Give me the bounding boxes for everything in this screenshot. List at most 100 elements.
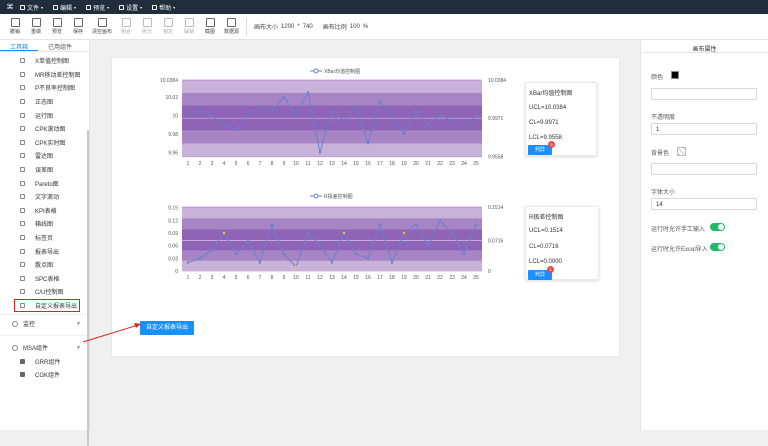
- color-swatch[interactable]: [671, 71, 679, 79]
- component-item[interactable]: 自定义报表导出: [14, 298, 80, 313]
- xbar-control-chart[interactable]: XBar均值控制图 10.0384 10.02 10 9.98 9.96 10.0384 9.…: [142, 65, 522, 173]
- data-point[interactable]: [474, 114, 478, 117]
- opacity-input[interactable]: 1: [651, 123, 757, 135]
- component-item[interactable]: 正态图: [0, 95, 89, 109]
- data-point[interactable]: [210, 114, 214, 117]
- lock-button[interactable]: 锁定: [161, 18, 175, 35]
- data-point[interactable]: [282, 252, 286, 256]
- group-monitor[interactable]: 监控 ▼: [0, 317, 89, 330]
- left-panel-scrollbar[interactable]: [87, 130, 89, 446]
- menu-edit-item[interactable]: 编辑 ▾: [53, 3, 76, 12]
- data-point[interactable]: [342, 118, 346, 122]
- component-item[interactable]: 雷达图: [0, 149, 89, 163]
- unlock-button[interactable]: 解锁: [182, 18, 196, 35]
- tab-toolbox[interactable]: 工具箱: [0, 40, 39, 51]
- undo-button[interactable]: 撤销: [8, 18, 22, 35]
- data-point[interactable]: [234, 252, 238, 256]
- msa-component-item[interactable]: CGK组件: [0, 368, 89, 382]
- data-point[interactable]: [294, 265, 298, 268]
- tab-used-components[interactable]: 已用组件: [38, 40, 82, 51]
- data-point[interactable]: [390, 261, 394, 264]
- custom-export-button[interactable]: 自定义报表导出: [140, 321, 194, 335]
- r-info-card[interactable]: R极差控制图 UCL=0.1514 CL=0.0716 LCL=0.0000 判…: [525, 206, 599, 280]
- data-point[interactable]: [414, 109, 418, 113]
- manual-input-toggle[interactable]: [710, 223, 725, 231]
- data-point[interactable]: [306, 91, 310, 94]
- component-item[interactable]: CPK滚动图: [0, 122, 89, 136]
- data-point[interactable]: [258, 261, 262, 264]
- data-point[interactable]: [330, 109, 334, 113]
- data-point[interactable]: [318, 244, 322, 247]
- ungroup-button[interactable]: 拆分: [140, 18, 154, 35]
- canvas-width-input[interactable]: 1200: [281, 24, 294, 30]
- component-item[interactable]: SPC表格: [0, 272, 89, 286]
- data-point[interactable]: [438, 219, 442, 222]
- data-point[interactable]: [354, 105, 358, 108]
- data-point[interactable]: [390, 114, 394, 117]
- data-point[interactable]: [438, 114, 442, 117]
- group-msa[interactable]: MSA组件 ▼: [0, 341, 89, 354]
- data-point[interactable]: [462, 252, 466, 256]
- redo-button[interactable]: 重做: [29, 18, 43, 35]
- canvas-ratio-input[interactable]: 100: [350, 24, 360, 30]
- component-item[interactable]: 运行图: [0, 108, 89, 122]
- group-button[interactable]: 组合: [119, 18, 133, 35]
- data-point[interactable]: [378, 100, 382, 103]
- menu-help-item[interactable]: 帮助 ▾: [152, 3, 175, 12]
- preview-button[interactable]: 预览: [50, 18, 64, 35]
- data-point[interactable]: [246, 114, 250, 117]
- xbar-info-card[interactable]: XBar均值控制图 UCL=10.0384 CL=9.9971 LCL=9.95…: [525, 82, 597, 156]
- data-point[interactable]: [210, 248, 214, 252]
- data-point[interactable]: [450, 118, 454, 122]
- data-point[interactable]: [426, 123, 430, 126]
- component-item[interactable]: 标签页: [0, 231, 89, 245]
- data-point[interactable]: [474, 223, 478, 226]
- data-point[interactable]: [270, 109, 274, 113]
- data-point[interactable]: [282, 95, 286, 99]
- r-control-chart[interactable]: R极差控制图 0.15 0.12 0.09 0.06 0.03 0 0.1514 0.0716 0…: [142, 190, 522, 290]
- data-point[interactable]: [198, 109, 202, 113]
- data-point[interactable]: [342, 231, 346, 235]
- data-point[interactable]: [186, 114, 190, 117]
- component-item[interactable]: Pareto图: [0, 176, 89, 190]
- data-point[interactable]: [378, 223, 382, 226]
- menu-settings-item[interactable]: 设置 ▾: [119, 3, 142, 12]
- component-item[interactable]: 文字滚动: [0, 190, 89, 204]
- data-point[interactable]: [258, 105, 262, 108]
- component-item[interactable]: P不良率控制图: [0, 81, 89, 95]
- excel-import-toggle[interactable]: [710, 243, 725, 251]
- menu-file-item[interactable]: 文件 ▾: [20, 3, 43, 12]
- data-point[interactable]: [402, 132, 406, 136]
- data-point[interactable]: [294, 114, 298, 117]
- data-point[interactable]: [270, 223, 274, 226]
- data-point[interactable]: [462, 123, 466, 126]
- component-item[interactable]: MR移动差控制图: [0, 68, 89, 82]
- data-point[interactable]: [306, 231, 310, 235]
- data-point[interactable]: [354, 252, 358, 256]
- data-point[interactable]: [246, 240, 250, 243]
- data-point[interactable]: [222, 123, 226, 126]
- data-point[interactable]: [366, 141, 370, 145]
- component-item[interactable]: 箱线图: [0, 217, 89, 231]
- component-item[interactable]: X单值控制图: [0, 54, 89, 68]
- data-point[interactable]: [426, 244, 430, 247]
- color-input[interactable]: [651, 88, 757, 100]
- data-point[interactable]: [450, 231, 454, 235]
- data-point[interactable]: [366, 257, 370, 260]
- database-button[interactable]: 数据源: [224, 18, 239, 35]
- data-point[interactable]: [402, 231, 406, 235]
- screenshot-button[interactable]: 截图: [203, 18, 217, 35]
- data-point[interactable]: [234, 128, 238, 131]
- canvas-height-input[interactable]: 740: [303, 24, 313, 30]
- data-point[interactable]: [222, 231, 226, 235]
- design-canvas[interactable]: XBar均值控制图 10.0384 10.02 10 9.98 9.96 10.0384 9.…: [82, 57, 620, 357]
- msa-component-item[interactable]: GRR组件: [0, 354, 89, 368]
- data-point[interactable]: [414, 223, 418, 226]
- component-item[interactable]: 误差图: [0, 163, 89, 177]
- save-button[interactable]: 保存: [71, 18, 85, 35]
- data-point[interactable]: [330, 261, 334, 264]
- menu-preview-item[interactable]: 预览 ▾: [86, 3, 109, 12]
- data-point[interactable]: [186, 261, 190, 264]
- component-item[interactable]: KPI表格: [0, 204, 89, 218]
- font-size-input[interactable]: 14: [651, 198, 757, 210]
